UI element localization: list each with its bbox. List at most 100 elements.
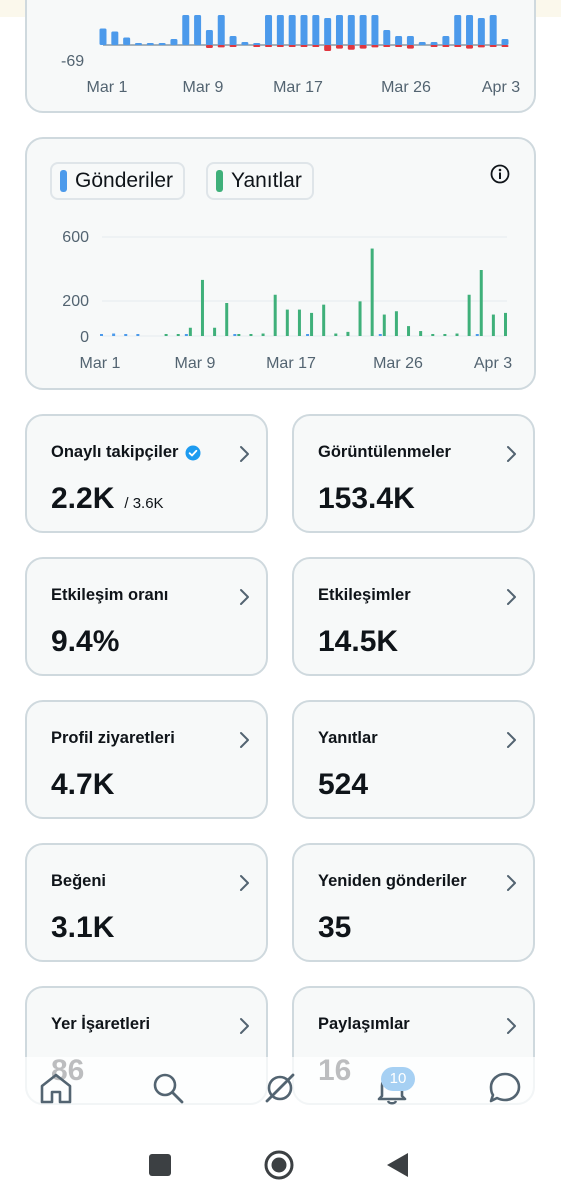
y-tick-label: 0 — [80, 329, 89, 346]
home-button[interactable] — [263, 1149, 295, 1181]
bar-posts — [112, 333, 116, 336]
y-tick-label: 200 — [62, 293, 89, 310]
stat-label-text: Profil ziyaretleri — [51, 729, 175, 747]
stat-value-text: 153.4K — [318, 482, 415, 515]
recents-button[interactable] — [148, 1153, 172, 1177]
bar-posts — [475, 334, 479, 336]
bar-replies — [358, 301, 362, 336]
stat-value-text: 35 — [318, 911, 352, 944]
stat-value: 4.7K — [51, 768, 114, 802]
x-tick-label: Mar 9 — [175, 355, 216, 372]
back-button[interactable] — [384, 1151, 410, 1179]
bar-replies — [334, 333, 338, 336]
chevron-right-icon — [240, 875, 249, 891]
grok-icon[interactable] — [262, 1070, 298, 1106]
stat-value-text: 2.2K — [51, 482, 115, 515]
bar-replies — [407, 326, 411, 336]
bar-posts — [124, 334, 128, 336]
bar-replies — [467, 294, 471, 336]
bar-replies — [322, 304, 326, 336]
stat-card[interactable]: Etkileşimler 14.5K — [292, 557, 535, 676]
stat-value: 524 — [318, 768, 368, 802]
stat-label: Yanıtlar — [318, 729, 378, 748]
stat-label: Profil ziyaretleri — [51, 729, 175, 748]
stat-label-text: Etkileşimler — [318, 586, 411, 604]
stat-value: 9.4% — [51, 625, 119, 659]
chevron-right-icon — [507, 446, 516, 462]
bar-replies — [419, 331, 423, 336]
bar-replies — [455, 333, 459, 336]
bar-posts — [184, 334, 188, 336]
stat-card[interactable]: Yeniden gönderiler 35 — [292, 843, 535, 962]
stat-label-text: Etkileşim oranı — [51, 586, 169, 604]
bar-replies — [285, 309, 289, 336]
home-icon[interactable] — [38, 1070, 74, 1106]
bar-replies — [273, 294, 277, 336]
bottom-nav-bar: 10 — [0, 1057, 561, 1135]
stat-value: 2.2K / 3.6K — [51, 482, 164, 516]
bar-replies — [200, 279, 204, 336]
search-icon[interactable] — [150, 1070, 186, 1106]
bar-replies — [297, 309, 301, 336]
bar-replies — [176, 334, 180, 336]
stat-label: Yer İşaretleri — [51, 1015, 150, 1034]
stat-label: Paylaşımlar — [318, 1015, 410, 1034]
bar-replies — [213, 327, 217, 336]
bar-replies — [164, 334, 168, 336]
chevron-right-icon — [240, 1018, 249, 1034]
bar-replies — [225, 303, 229, 336]
y-tick-label: 600 — [62, 229, 89, 246]
chevron-right-icon — [507, 1018, 516, 1034]
stat-label-text: Beğeni — [51, 872, 107, 890]
bar-replies — [443, 334, 447, 336]
stat-card[interactable]: Görüntülenmeler 153.4K — [292, 414, 535, 533]
stat-value: 35 — [318, 911, 351, 945]
stat-value-text: 4.7K — [51, 768, 115, 801]
stat-label-text: Yeniden gönderiler — [318, 872, 467, 890]
stat-label: Beğeni — [51, 872, 106, 891]
bar-replies — [504, 312, 507, 336]
stat-card[interactable]: Beğeni 3.1K — [25, 843, 268, 962]
bar-posts — [233, 334, 237, 336]
bar-replies — [382, 314, 386, 336]
stat-label-text: Paylaşımlar — [318, 1015, 410, 1033]
chevron-right-icon — [240, 589, 249, 605]
x-tick-label: Mar 17 — [266, 355, 316, 372]
bar-replies — [491, 314, 495, 336]
posts-replies-bar-chart: 600 200 0 Mar 1 Mar 9 Mar 17 Mar 26 Apr 3 — [62, 229, 512, 372]
stat-label-text: Yer İşaretleri — [51, 1015, 151, 1033]
chevron-right-icon — [240, 732, 249, 748]
stat-label-text: Yanıtlar — [318, 729, 378, 747]
stat-value-text: 524 — [318, 768, 369, 801]
bar-replies — [261, 333, 265, 336]
stat-label-text: Görüntülenmeler — [318, 443, 451, 461]
chevron-right-icon — [507, 732, 516, 748]
chevron-right-icon — [507, 589, 516, 605]
stat-label: Görüntülenmeler — [318, 443, 451, 462]
stat-label: Yeniden gönderiler — [318, 872, 467, 891]
messages-icon[interactable] — [487, 1070, 523, 1106]
bar-posts — [378, 334, 382, 336]
chevron-right-icon — [507, 875, 516, 891]
stat-label: Etkileşimler — [318, 586, 411, 605]
stat-card[interactable]: Etkileşim oranı 9.4% — [25, 557, 268, 676]
x-tick-label: Apr 3 — [474, 355, 512, 372]
system-navigation-bar — [0, 1135, 561, 1200]
bar-posts — [306, 334, 310, 336]
stat-value-text: 14.5K — [318, 625, 399, 658]
verified-badge-icon — [185, 445, 201, 460]
bar-posts — [136, 334, 140, 336]
stat-card[interactable]: Onaylı takipçiler 2.2K / 3.6K — [25, 414, 268, 533]
stat-sub-value: / 3.6K — [124, 495, 164, 512]
bar-replies — [249, 334, 253, 336]
stat-card[interactable]: Yanıtlar 524 — [292, 700, 535, 819]
bar-replies — [394, 311, 398, 336]
stat-value-text: 9.4% — [51, 625, 120, 658]
stat-label: Onaylı takipçiler — [51, 443, 201, 462]
bar-replies — [310, 312, 314, 336]
notification-badge: 10 — [381, 1067, 415, 1091]
stat-card[interactable]: Profil ziyaretleri 4.7K — [25, 700, 268, 819]
stat-value: 3.1K — [51, 911, 114, 945]
bar-posts — [100, 334, 103, 336]
bar-replies — [188, 327, 192, 336]
